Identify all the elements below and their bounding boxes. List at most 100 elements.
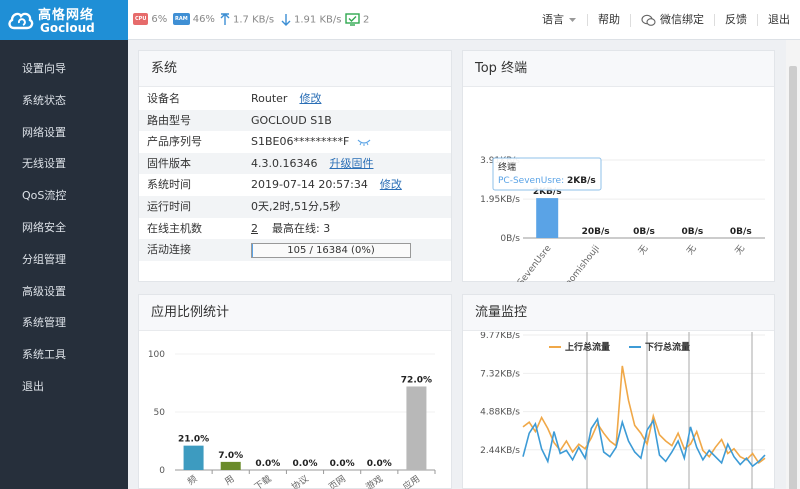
y-tick-label: 2.44KB/s <box>480 446 520 456</box>
sidebar-item-system-management[interactable]: 系统管理 <box>0 307 128 339</box>
traffic-chart: 9.77KB/s 7.32KB/s 4.88KB/s 2.44KB/s 上行总流量 下行总… <box>480 332 766 489</box>
x-tick-label: 无 <box>636 243 650 257</box>
brand-logo[interactable]: 高恪网络 Gocloud <box>0 0 128 40</box>
online-hosts-value[interactable]: 2 <box>251 222 258 235</box>
feedback-label: 反馈 <box>725 13 747 26</box>
cpu-chip-icon: CPU <box>133 13 149 25</box>
system-panel-title: 系统 <box>139 51 451 87</box>
serial-row: 产品序列号 S1BE06*********F <box>139 131 451 153</box>
y-tick-label: 9.77KB/s <box>480 332 520 341</box>
model-value: GOCLOUD S1B <box>251 113 332 127</box>
scrollbar-thumb[interactable] <box>789 66 797 489</box>
ram-value: 46% <box>192 14 215 25</box>
wechat-icon <box>641 14 656 26</box>
devices-stat[interactable]: 2 <box>345 13 369 26</box>
bar <box>536 198 559 238</box>
cpu-value: 6% <box>151 14 168 25</box>
x-tick-label: 游戏 <box>363 473 385 489</box>
download-stat: 1.91 KB/s <box>281 13 341 26</box>
serial-value: S1BE06*********F <box>251 135 350 149</box>
page-scrollbar[interactable] <box>786 40 800 489</box>
cloud-logo-icon <box>8 12 34 30</box>
bar-value-label: 0B/s <box>730 227 752 237</box>
device-name-row: 设备名 Router 修改 <box>139 88 451 110</box>
bar-value-label: 0B/s <box>633 227 655 237</box>
online-hosts-label: 在线主机数 <box>147 221 202 235</box>
system-panel: 系统 设备名 Router 修改 路由型号 GOCLOUD S1B 产品序列号 S… <box>138 50 452 282</box>
y-tick-label: 4.88KB/s <box>480 408 520 418</box>
traffic-monitor-panel: 流量监控 9.77KB/s 7.32KB/s 4.88KB/s 2.44KB/s 上行总… <box>462 294 775 489</box>
language-label: 语言 <box>542 13 564 26</box>
y-tick-label: 7.32KB/s <box>480 369 520 379</box>
wechat-bind-link[interactable]: 微信绑定 <box>630 13 714 27</box>
feedback-link[interactable]: 反馈 <box>714 14 757 26</box>
top-nav: 语言 帮助 微信绑定 反馈 退出 <box>532 0 800 40</box>
download-value: 1.91 KB/s <box>294 14 342 26</box>
logout-label: 退出 <box>768 13 790 26</box>
sidebar-item-wireless-settings[interactable]: 无线设置 <box>0 148 128 180</box>
upload-value: 1.7 KB/s <box>233 14 275 26</box>
ram-stat: RAM 46% <box>173 13 215 25</box>
tooltip-label: PC-SevenUsre: <box>498 176 564 186</box>
firmware-row: 固件版本 4.3.0.16346 升级固件 <box>139 152 451 175</box>
sidebar-item-group-management[interactable]: 分组管理 <box>0 244 128 276</box>
sidebar-item-system-tools[interactable]: 系统工具 <box>0 339 128 371</box>
x-tick-label: 频 <box>185 473 199 488</box>
x-tick-label: 无 <box>733 243 747 257</box>
active-connections-label: 活动连接 <box>147 243 191 257</box>
legend-label: 上行总流量 <box>565 341 610 353</box>
serial-label: 产品序列号 <box>147 135 202 149</box>
brand-name-en: Gocloud <box>40 21 95 35</box>
top-bar: 高恪网络 Gocloud CPU 6% RAM 46% 1.7 KB/s 1.91 … <box>0 0 800 40</box>
language-menu[interactable]: 语言 <box>532 14 587 26</box>
firmware-value: 4.3.0.16346 <box>251 156 318 170</box>
cpu-stat: CPU 6% <box>133 13 167 25</box>
legend-label: 下行总流量 <box>645 341 690 353</box>
system-time-row: 系统时间 2019-07-14 20:57:34 修改 <box>139 174 451 196</box>
device-name-label: 设备名 <box>147 92 180 105</box>
y-tick-label: 100 <box>148 350 165 360</box>
wechat-label: 微信绑定 <box>660 13 704 26</box>
traffic-monitor-title: 流量监控 <box>463 295 774 331</box>
tooltip-value: 2KB/s <box>567 176 596 186</box>
max-online-label: 最高在线: <box>272 221 320 235</box>
y-tick-label: 0B/s <box>500 234 520 244</box>
firmware-label: 固件版本 <box>147 156 191 170</box>
x-tick-label: 协议 <box>289 473 311 489</box>
bar-value-label: 20B/s <box>582 227 610 237</box>
uptime-row: 运行时间 0天,2时,51分,5秒 <box>139 196 451 218</box>
eye-toggle-icon[interactable] <box>357 138 371 147</box>
ram-chip-icon: RAM <box>173 13 190 25</box>
uptime-value: 0天,2时,51分,5秒 <box>251 200 341 213</box>
x-tick-label: 页网 <box>327 473 348 489</box>
upgrade-firmware-link[interactable]: 升级固件 <box>329 157 373 170</box>
bar-value-label: 72.0% <box>401 375 432 385</box>
sidebar-item-setup-wizard[interactable]: 设置向导 <box>0 53 128 85</box>
tooltip-title: 终端 <box>498 161 516 173</box>
edit-time-link[interactable]: 修改 <box>380 178 402 191</box>
logout-link[interactable]: 退出 <box>757 14 800 26</box>
bar-value-label: 0.0% <box>293 459 318 469</box>
series-line <box>522 417 766 468</box>
help-link[interactable]: 帮助 <box>587 14 630 26</box>
sidebar-item-network-settings[interactable]: 网络设置 <box>0 117 128 149</box>
online-hosts-row: 在线主机数 2 最高在线: 3 <box>139 218 451 240</box>
x-tick-label: 应用 <box>401 473 423 489</box>
upload-arrow-icon <box>220 13 230 25</box>
edit-device-name-link[interactable]: 修改 <box>299 92 321 105</box>
sidebar-item-advanced-settings[interactable]: 高级设置 <box>0 276 128 308</box>
app-stats-panel: 应用比例统计 0 50 100 21.0% 频 7.0% 用 0.0% 下载 0.0% 协议 0.0%… <box>138 294 452 489</box>
model-label: 路由型号 <box>147 113 191 127</box>
sidebar-item-qos[interactable]: QoS流控 <box>0 180 128 212</box>
app-stats-title: 应用比例统计 <box>139 295 451 331</box>
top-devices-chart: 0B/s1.95KB/s3.91KB/s2KB/sPC-SevenUsre20B… <box>480 156 765 282</box>
active-connections-row: 活动连接 105 / 16384 (0%) <box>139 239 451 261</box>
y-tick-label: 50 <box>154 408 166 418</box>
device-name-value: Router <box>251 92 288 105</box>
sidebar-item-system-status[interactable]: 系统状态 <box>0 85 128 117</box>
top-devices-panel: Top 终端 0B/s1.95KB/s3.91KB/s2KB/sPC-Seven… <box>462 50 775 282</box>
sidebar-item-exit[interactable]: 退出 <box>0 371 128 403</box>
sidebar-item-network-security[interactable]: 网络安全 <box>0 212 128 244</box>
x-tick-label: PC-SevenUsre <box>507 243 554 282</box>
app-stats-chart: 0 50 100 21.0% 频 7.0% 用 0.0% 下载 0.0% 协议 0.0% 页网 0.0% 游… <box>148 350 436 489</box>
